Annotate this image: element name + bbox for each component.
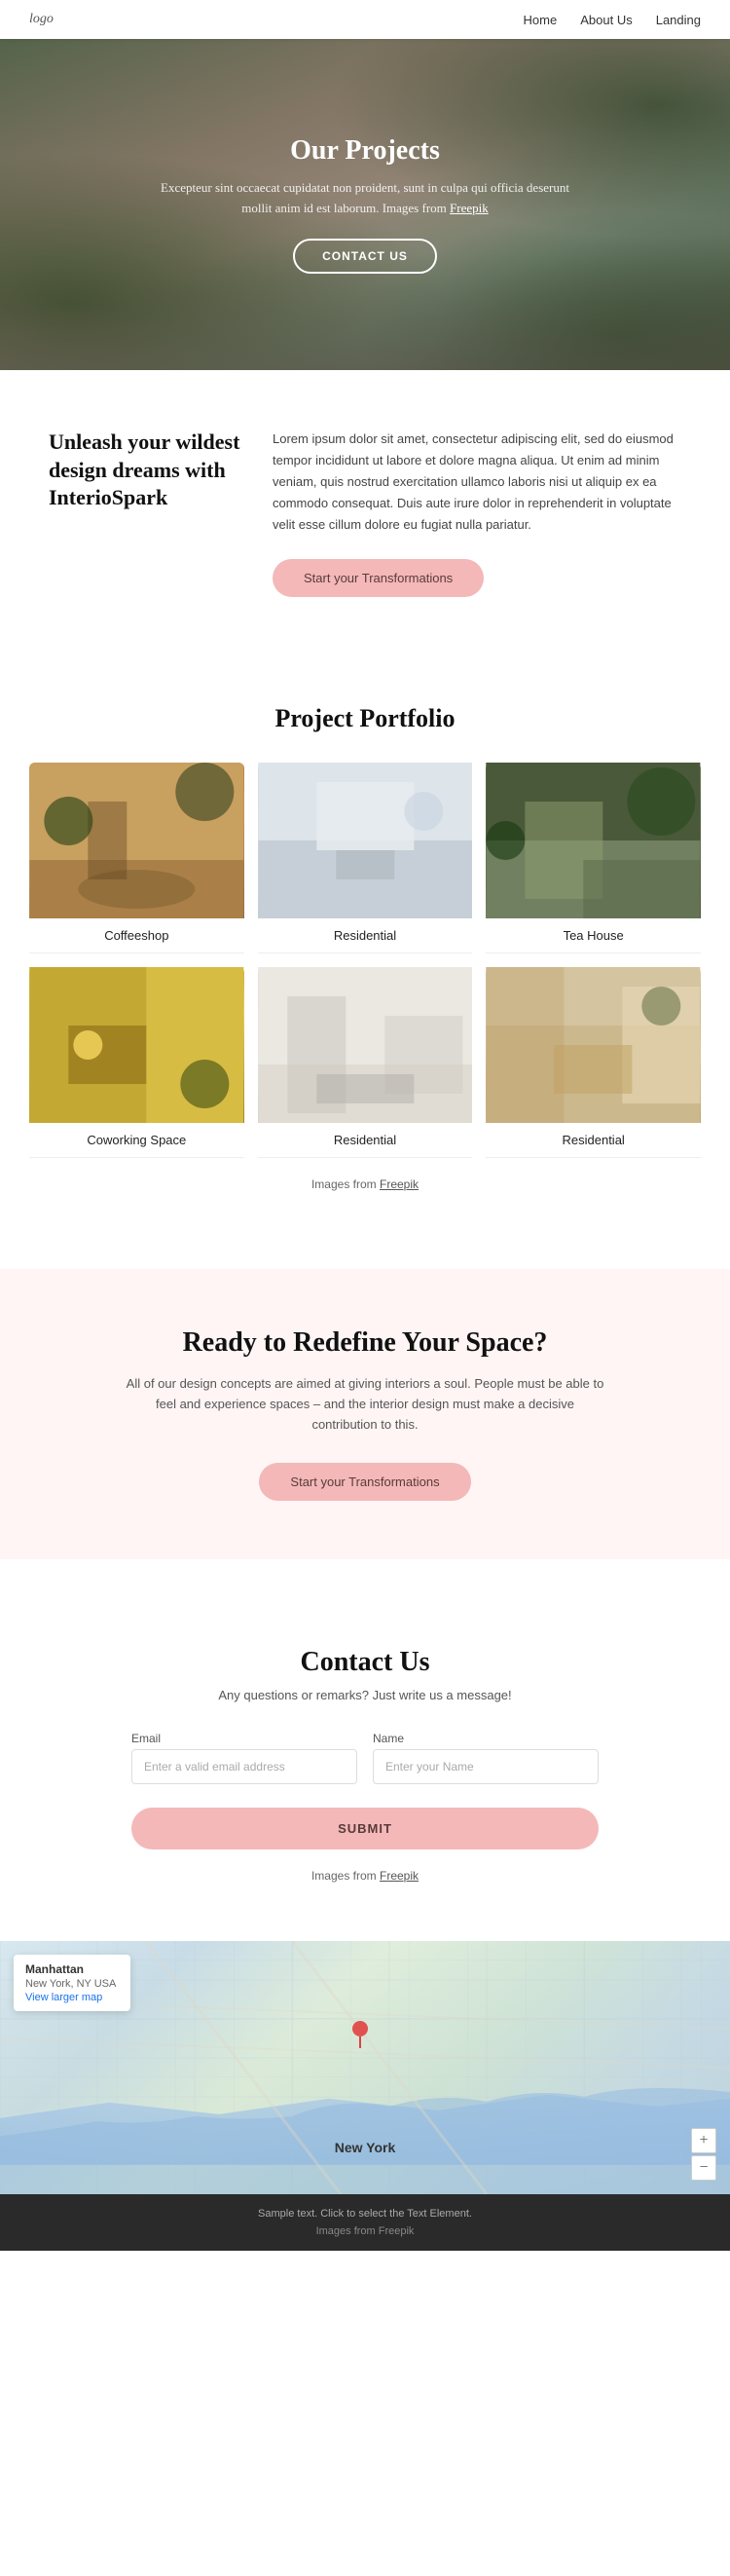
portfolio-section: Project Portfolio Coffeeshop [0, 655, 730, 1240]
portfolio-label-residential2: Residential [258, 1123, 473, 1158]
map-city-label: New York [335, 2140, 396, 2155]
portfolio-img-teahouse [486, 763, 701, 918]
portfolio-item-coworking[interactable]: Coworking Space [29, 967, 244, 1158]
map-zoom-controls: + − [691, 2128, 716, 2181]
contact-form: Email Name SUBMIT [131, 1732, 599, 1849]
nav-logo: logo [29, 12, 54, 27]
cta-description: All of our design concepts are aimed at … [122, 1374, 608, 1435]
cta-section: Ready to Redefine Your Space? All of our… [0, 1269, 730, 1558]
email-field-group: Email [131, 1732, 357, 1784]
submit-button[interactable]: SUBMIT [131, 1808, 599, 1849]
footer-freepik-link[interactable]: Freepik [379, 2225, 415, 2237]
map-city: Manhattan [25, 1962, 119, 1976]
portfolio-label-residential1: Residential [258, 918, 473, 953]
portfolio-label-coffeeshop: Coffeeshop [29, 918, 244, 953]
map-section: Manhattan New York, NY USA View larger m… [0, 1941, 730, 2194]
contact-title: Contact Us [97, 1647, 633, 1678]
footer-sample-text: Sample text. Click to select the Text El… [14, 2208, 716, 2220]
name-input[interactable] [373, 1749, 599, 1784]
footer-image-credit: Images from Freepik [14, 2225, 716, 2237]
about-right: Lorem ipsum dolor sit amet, consectetur … [273, 429, 681, 597]
portfolio-img-residential1 [258, 763, 473, 918]
nav-link-home[interactable]: Home [524, 13, 558, 27]
about-heading: Unleash your wildest design dreams with … [49, 429, 243, 512]
portfolio-img-coffeeshop [29, 763, 244, 918]
footer: Sample text. Click to select the Text El… [0, 2194, 730, 2251]
map-address: New York, NY USA [25, 1978, 119, 1990]
portfolio-img-residential3 [486, 967, 701, 1123]
portfolio-label-residential3: Residential [486, 1123, 701, 1158]
cta-title: Ready to Redefine Your Space? [78, 1327, 652, 1359]
name-label: Name [373, 1732, 599, 1745]
portfolio-item-teahouse[interactable]: Tea House [486, 763, 701, 953]
hero-freepik-link[interactable]: Freepik [450, 201, 489, 215]
nav-link-landing[interactable]: Landing [656, 13, 701, 27]
about-left: Unleash your wildest design dreams with … [49, 429, 243, 512]
map-zoom-out-button[interactable]: − [691, 2155, 716, 2181]
hero-section: Our Projects Excepteur sint occaecat cup… [0, 39, 730, 370]
email-input[interactable] [131, 1749, 357, 1784]
portfolio-img-coworking [29, 967, 244, 1123]
map-zoom-in-button[interactable]: + [691, 2128, 716, 2153]
nav-link-about[interactable]: About Us [580, 13, 632, 27]
contact-subtitle: Any questions or remarks? Just write us … [97, 1688, 633, 1702]
about-section: Unleash your wildest design dreams with … [0, 370, 730, 655]
map-info-box: Manhattan New York, NY USA View larger m… [14, 1955, 130, 2011]
portfolio-label-coworking: Coworking Space [29, 1123, 244, 1158]
contact-us-button[interactable]: CONTACT US [293, 239, 437, 274]
portfolio-label-teahouse: Tea House [486, 918, 701, 953]
map-view-larger-link[interactable]: View larger map [25, 1992, 102, 2003]
portfolio-freepik-link[interactable]: Freepik [380, 1177, 419, 1191]
portfolio-img-residential2 [258, 967, 473, 1123]
portfolio-item-coffeeshop[interactable]: Coffeeshop [29, 763, 244, 953]
email-label: Email [131, 1732, 357, 1745]
hero-title: Our Projects [290, 135, 440, 167]
portfolio-title: Project Portfolio [29, 704, 701, 733]
portfolio-item-residential2[interactable]: Residential [258, 967, 473, 1158]
portfolio-footer: Images from Freepik [29, 1177, 701, 1191]
transform-button-1[interactable]: Start your Transformations [273, 559, 484, 597]
navbar: logo Home About Us Landing [0, 0, 730, 39]
contact-form-row: Email Name [131, 1732, 599, 1784]
portfolio-item-residential3[interactable]: Residential [486, 967, 701, 1158]
name-field-group: Name [373, 1732, 599, 1784]
contact-freepik-link[interactable]: Freepik [380, 1869, 419, 1883]
nav-links: Home About Us Landing [524, 13, 701, 27]
portfolio-item-residential1[interactable]: Residential [258, 763, 473, 953]
contact-section: Contact Us Any questions or remarks? Jus… [0, 1588, 730, 1941]
transform-button-2[interactable]: Start your Transformations [259, 1463, 470, 1501]
contact-footer: Images from Freepik [97, 1869, 633, 1883]
hero-description: Excepteur sint occaecat cupidatat non pr… [161, 178, 569, 219]
portfolio-grid: Coffeeshop Residential [29, 763, 701, 1158]
about-body: Lorem ipsum dolor sit amet, consectetur … [273, 429, 681, 536]
